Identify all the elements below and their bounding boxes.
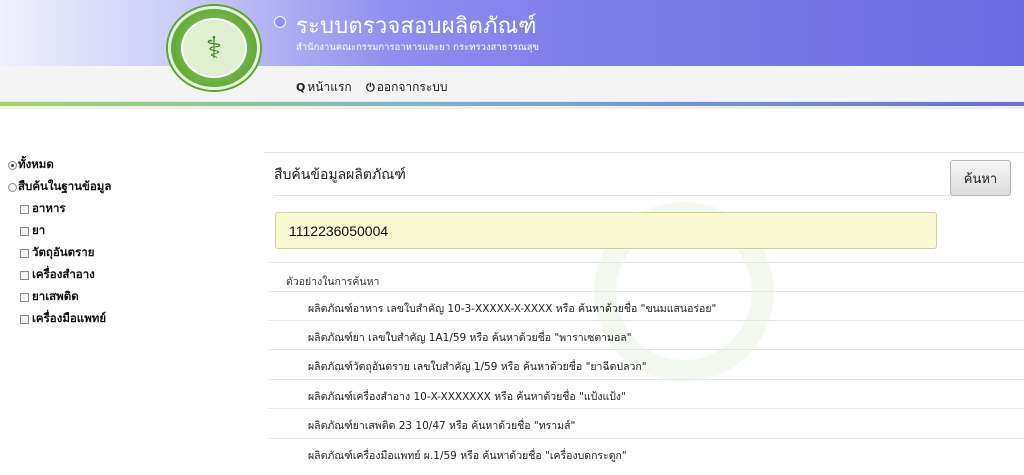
title-bullet-icon	[274, 16, 286, 28]
header-stripe-shadow	[0, 106, 1024, 109]
category-narcotic-label: ยาเสพติด	[32, 289, 79, 303]
category-hazardous[interactable]: วัตถุอันตราย	[8, 242, 248, 264]
nav-home-label: หน้าแรก	[307, 80, 352, 94]
category-cosmetic-label: เครื่องสำอาง	[32, 267, 95, 281]
category-hazardous-label: วัตถุอันตราย	[32, 245, 95, 259]
search-panel: สืบค้นข้อมูลผลิตภัณฑ์ ค้นหา ตัวอย่างในกา…	[264, 152, 1024, 475]
search-button[interactable]: ค้นหา	[950, 160, 1011, 196]
category-cosmetic[interactable]: เครื่องสำอาง	[8, 264, 248, 286]
fda-logo: ⚕	[168, 6, 260, 90]
category-drug[interactable]: ยา	[8, 220, 248, 242]
radio-database[interactable]	[8, 182, 17, 192]
example-item: ผลิตภัณฑ์ยา เลขใบสำคัญ 1A1/59 หรือ ค้นหา…	[308, 332, 632, 344]
divider	[268, 262, 1024, 263]
checkbox-medical-device[interactable]	[20, 314, 29, 324]
category-narcotic[interactable]: ยาเสพติด	[8, 286, 248, 308]
example-item: ผลิตภัณฑ์วัตถุอันตราย เลขใบสำคัญ 1/59 หร…	[308, 361, 647, 373]
checkbox-food[interactable]	[20, 204, 29, 214]
divider	[268, 408, 1024, 409]
category-food[interactable]: อาหาร	[8, 198, 248, 220]
checkbox-cosmetic[interactable]	[20, 270, 29, 280]
nav-home-link[interactable]: Q หน้าแรก	[296, 78, 352, 97]
example-item: ผลิตภัณฑ์เครื่องสำอาง 10-X-XXXXXXX หรือ …	[308, 391, 626, 403]
filter-database-option[interactable]: สืบค้นในฐานข้อมูล	[8, 176, 248, 198]
category-drug-label: ยา	[32, 223, 46, 237]
filter-all-label: ทั้งหมด	[18, 157, 54, 171]
example-item: ผลิตภัณฑ์ยาเสพติด 23 10/47 หรือ ค้นหาด้ว…	[308, 420, 576, 432]
search-input[interactable]	[275, 212, 937, 249]
example-item: ผลิตภัณฑ์อาหาร เลขใบสำคัญ 10-3-XXXXX-X-X…	[308, 303, 717, 315]
checkbox-drug[interactable]	[20, 226, 29, 236]
radio-all[interactable]	[8, 160, 17, 170]
checkbox-narcotic[interactable]	[20, 292, 29, 302]
filter-database-label: สืบค้นในฐานข้อมูล	[18, 179, 112, 193]
checkbox-hazardous[interactable]	[20, 248, 29, 258]
category-food-label: อาหาร	[32, 201, 66, 215]
category-medical-device-label: เครื่องมือแพทย์	[32, 311, 107, 325]
site-title: ระบบตรวจสอบผลิตภัณฑ์	[296, 14, 537, 39]
nav-logout-label: ออกจากระบบ	[376, 80, 448, 94]
panel-title-divider	[274, 195, 950, 196]
caduceus-icon: ⚕	[181, 18, 247, 78]
examples-heading: ตัวอย่างในการค้นหา	[286, 276, 380, 288]
panel-divider-top	[264, 152, 1024, 153]
divider	[268, 349, 1024, 350]
panel-title: สืบค้นข้อมูลผลิตภัณฑ์	[274, 167, 406, 183]
navbar: Q หน้าแรก ⏻ ออกจากระบบ	[0, 66, 1024, 102]
divider	[268, 379, 1024, 380]
example-item: ผลิตภัณฑ์เครื่องมือแพทย์ ผ.1/59 หรือ ค้น…	[308, 450, 627, 462]
divider	[268, 320, 1024, 321]
divider	[268, 291, 1024, 292]
power-icon: ⏻	[366, 80, 375, 94]
site-subtitle: สำนักงานคณะกรรมการอาหารและยา กระทรวงสาธา…	[296, 42, 540, 53]
search-filter-sidebar: ทั้งหมด สืบค้นในฐานข้อมูล อาหาร ยา วัตถุ…	[8, 154, 248, 330]
nav-logout-link[interactable]: ⏻ ออกจากระบบ	[366, 78, 448, 97]
search-icon: Q	[296, 81, 306, 94]
divider	[268, 438, 1024, 439]
filter-all-option[interactable]: ทั้งหมด	[8, 154, 248, 176]
category-medical-device[interactable]: เครื่องมือแพทย์	[8, 308, 248, 330]
